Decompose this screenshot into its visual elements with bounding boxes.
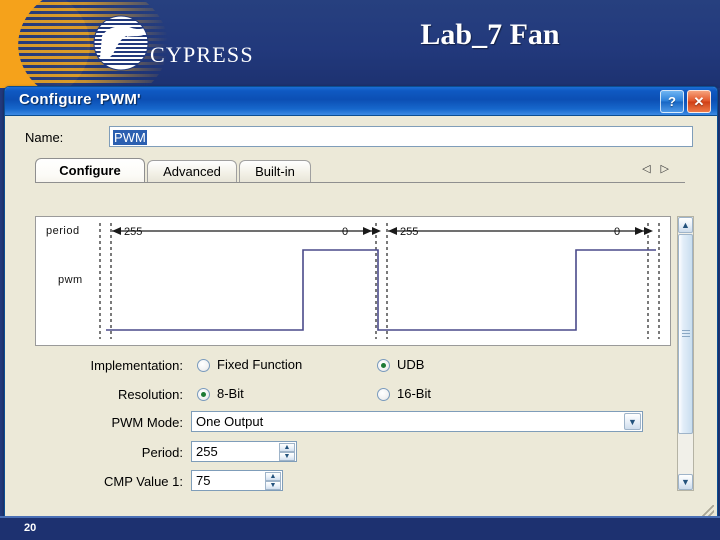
radio-8-bit-label[interactable]: 8-Bit xyxy=(217,386,244,401)
pwm-mode-value: One Output xyxy=(196,414,264,429)
slide: CYPRESS Lab_7 Fan Configure 'PWM' ? ✕ Na… xyxy=(0,0,720,540)
pwm-waveform-preview: period pwm 255 0 255 0 xyxy=(35,216,671,346)
radio-8-bit[interactable] xyxy=(197,388,210,401)
svg-text:0: 0 xyxy=(614,226,620,238)
radio-16-bit-label[interactable]: 16-Bit xyxy=(397,386,431,401)
close-icon[interactable]: ✕ xyxy=(687,90,711,113)
period-value: 255 xyxy=(196,444,218,459)
pwm-mode-label: PWM Mode: xyxy=(111,415,183,430)
cmp-stepper-up-icon[interactable]: ▲ xyxy=(265,472,281,481)
radio-fixed-function[interactable] xyxy=(197,359,210,372)
radio-udb-label[interactable]: UDB xyxy=(397,357,424,372)
period-stepper[interactable]: ▲ ▼ xyxy=(279,443,295,461)
resolution-label: Resolution: xyxy=(117,387,183,402)
scroll-down-arrow-icon[interactable]: ▼ xyxy=(678,474,693,490)
tab-prev-arrow-icon[interactable]: ◁ xyxy=(642,162,650,175)
tab-configure[interactable]: Configure xyxy=(35,158,145,182)
radio-udb[interactable] xyxy=(377,359,390,372)
help-icon[interactable]: ? xyxy=(660,90,684,113)
implementation-label: Implementation: xyxy=(90,358,184,373)
titlebar-buttons: ? ✕ xyxy=(660,90,711,113)
tab-scroll-arrows: ◁ ▷ xyxy=(642,162,669,175)
cmp-value-1-value: 75 xyxy=(196,473,211,488)
period-stepper-up-icon[interactable]: ▲ xyxy=(279,443,295,452)
cypress-globe-icon xyxy=(93,15,149,71)
tab-built-in[interactable]: Built-in xyxy=(239,160,311,182)
name-row: Name: PWM xyxy=(5,126,717,150)
tab-strip: Configure Advanced Built-in ◁ ▷ xyxy=(35,158,685,182)
chevron-down-icon[interactable]: ▼ xyxy=(624,413,641,430)
cmp-value-1-stepper[interactable]: ▲ ▼ xyxy=(265,472,281,490)
period-stepper-down-icon[interactable]: ▼ xyxy=(279,452,295,461)
cypress-wordmark: CYPRESS xyxy=(150,42,254,67)
dialog-vertical-scrollbar[interactable]: ▲ ▼ xyxy=(677,216,694,491)
dialog-body: Name: PWM Configure Advanced Built-in ◁ … xyxy=(5,116,717,540)
waveform-label-period: period xyxy=(46,225,80,237)
waveform-svg: 255 0 255 0 xyxy=(99,223,660,339)
svg-text:255: 255 xyxy=(124,226,142,238)
svg-text:0: 0 xyxy=(342,226,348,238)
period-label: Period: xyxy=(141,445,183,460)
configure-pwm-dialog: Configure 'PWM' ? ✕ Name: PWM Configure … xyxy=(4,86,718,540)
cmp-value-1-input[interactable]: 75 ▲ ▼ xyxy=(191,470,283,491)
cypress-logo: CYPRESS xyxy=(92,14,272,76)
cmp-value-1-label: CMP Value 1: xyxy=(103,474,183,489)
radio-16-bit[interactable] xyxy=(377,388,390,401)
dialog-titlebar[interactable]: Configure 'PWM' ? ✕ xyxy=(5,87,717,116)
period-input[interactable]: 255 ▲ ▼ xyxy=(191,441,297,462)
scrollbar-thumb[interactable] xyxy=(678,234,693,434)
name-input[interactable]: PWM xyxy=(109,126,693,147)
svg-text:255: 255 xyxy=(400,226,418,238)
slide-header: CYPRESS Lab_7 Fan xyxy=(0,0,720,88)
cmp-stepper-down-icon[interactable]: ▼ xyxy=(265,481,281,490)
pwm-mode-select[interactable]: One Output ▼ xyxy=(191,411,643,432)
name-input-value: PWM xyxy=(113,130,147,145)
name-label: Name: xyxy=(25,130,64,145)
tab-pane-top-border xyxy=(35,182,685,213)
slide-footer: 20 xyxy=(0,516,720,540)
slide-number: 20 xyxy=(24,522,37,534)
scrollbar-grip-icon xyxy=(682,330,690,338)
dialog-title: Configure 'PWM' xyxy=(19,91,141,108)
tab-next-arrow-icon[interactable]: ▷ xyxy=(661,162,669,175)
scroll-up-arrow-icon[interactable]: ▲ xyxy=(678,217,693,233)
page-title: Lab_7 Fan xyxy=(420,18,560,51)
radio-fixed-function-label[interactable]: Fixed Function xyxy=(217,357,302,372)
tab-advanced[interactable]: Advanced xyxy=(147,160,237,182)
waveform-label-pwm: pwm xyxy=(58,274,83,286)
